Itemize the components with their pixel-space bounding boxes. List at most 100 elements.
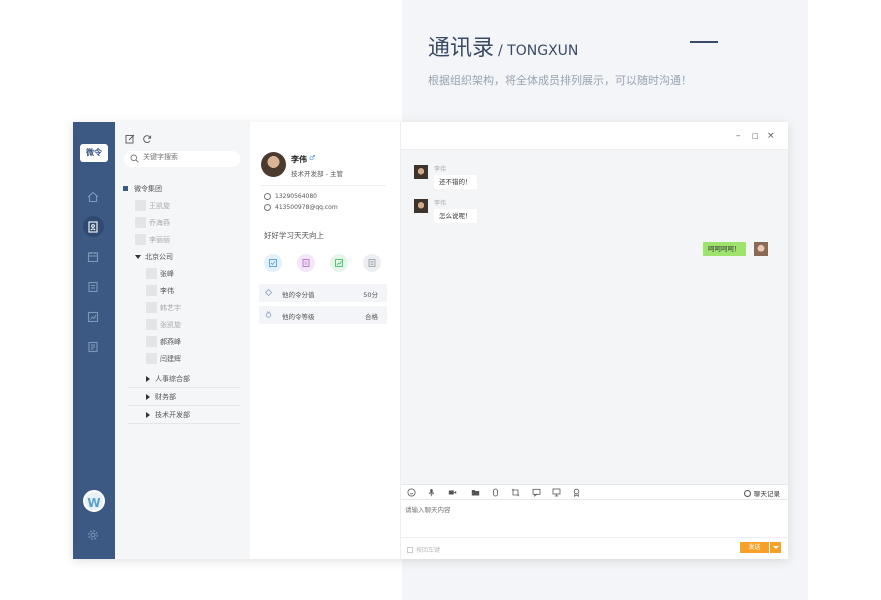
member-avatar: [146, 268, 157, 279]
level-label: 他的令等级: [282, 313, 315, 321]
clock-icon: [744, 489, 751, 497]
chart-app-icon[interactable]: [330, 254, 348, 272]
message-bubble: 怎么说呢！: [434, 209, 477, 223]
divider: [261, 185, 386, 186]
member-avatar: [135, 234, 146, 245]
tree-department[interactable]: 财务部: [128, 389, 240, 406]
department-label: 人事综合部: [155, 375, 190, 383]
diamond-icon: [265, 289, 272, 296]
list-item[interactable]: 李丽丽: [135, 231, 170, 248]
collapsed-caret-icon: [146, 376, 150, 382]
close-button[interactable]: ×: [767, 131, 775, 141]
chat-history-button[interactable]: 聊天记录: [744, 488, 780, 498]
profile-name: 李伟: [291, 155, 307, 164]
screenshot-icon[interactable]: [511, 488, 520, 497]
nav-chart-icon[interactable]: [86, 309, 100, 323]
sender-name: 李伟: [434, 200, 447, 207]
member-name: 乔海燕: [149, 218, 170, 227]
list-item[interactable]: 郝燕峰: [146, 333, 181, 350]
profile-department: 技术开发部 - 主管: [291, 170, 343, 178]
member-name: 郝燕峰: [160, 337, 181, 346]
member-name: 李伟: [160, 286, 174, 295]
divider: [401, 537, 788, 538]
tree-branch-label: 北京公司: [145, 252, 173, 261]
profile-panel: 李伟 ♂ 技术开发部 - 主管 13290564080 413500978@qq…: [250, 122, 401, 559]
member-name: 张凯旋: [160, 320, 181, 329]
left-nav: 微令 W: [73, 122, 115, 559]
level-stat: 他的令等级 合格: [259, 306, 387, 324]
tree-branch[interactable]: 北京公司: [135, 248, 173, 265]
app-logo: 微令: [80, 144, 108, 162]
send-button[interactable]: 发送: [740, 542, 769, 553]
member-name: 韩艺宇: [160, 303, 181, 312]
attachment-icon[interactable]: [491, 488, 500, 497]
send-options-dropdown[interactable]: [770, 542, 781, 553]
department-label: 技术开发部: [155, 411, 190, 419]
search-box: [124, 151, 240, 167]
enter-send-label: 按回车键: [416, 547, 441, 554]
search-input[interactable]: [143, 153, 233, 161]
medal-icon: [265, 311, 272, 318]
enter-send-checkbox[interactable]: [407, 546, 413, 553]
promo-title: 通讯录 / TONGXUN: [428, 36, 579, 61]
member-avatar: [146, 302, 157, 313]
nav-document-icon[interactable]: [86, 279, 100, 293]
sender-avatar: [414, 199, 428, 213]
nav-notes-icon[interactable]: [86, 339, 100, 353]
score-value: 50分: [363, 291, 378, 299]
tree-root-label: 微令集团: [134, 184, 162, 193]
nav-contacts-icon[interactable]: [86, 219, 100, 233]
settings-gear-icon[interactable]: [86, 527, 100, 541]
user-avatar[interactable]: W: [83, 490, 105, 512]
message-input[interactable]: [405, 504, 775, 534]
folder-icon[interactable]: [471, 488, 480, 497]
minimize-button[interactable]: –: [736, 131, 741, 141]
enter-to-send-option[interactable]: 按回车键: [407, 545, 440, 554]
department-label: 财务部: [155, 393, 176, 401]
award-icon[interactable]: [572, 488, 581, 497]
tree-department[interactable]: 人事综合部: [128, 371, 240, 388]
email-text: 413500978@qq.com: [275, 204, 338, 211]
message-box-icon[interactable]: [532, 488, 541, 497]
member-name: 李丽丽: [149, 235, 170, 244]
list-item[interactable]: 李伟: [146, 282, 174, 299]
tree-department[interactable]: 技术开发部: [128, 407, 240, 424]
tree-root[interactable]: 微令集团: [123, 180, 162, 197]
level-value: 合格: [365, 313, 378, 321]
sender-name: 李伟: [434, 166, 447, 173]
profile-signature: 好好学习天天向上: [264, 231, 324, 240]
group-icon: [123, 186, 128, 191]
refresh-icon[interactable]: [142, 129, 152, 143]
list-item[interactable]: 王凯旋: [135, 197, 170, 214]
video-icon[interactable]: [448, 488, 457, 497]
nav-home-icon[interactable]: [86, 189, 100, 203]
nav-calendar-icon[interactable]: [86, 249, 100, 263]
contacts-panel: 微令集团 王凯旋 乔海燕 李丽丽 北京公司 张峰 李伟 韩艺宇 张凯旋 郝燕峰 …: [115, 122, 250, 559]
member-name: 王凯旋: [149, 201, 170, 210]
member-avatar: [135, 200, 146, 211]
list-item[interactable]: 乔海燕: [135, 214, 170, 231]
promo-description: 根据组织架构，将全体成员排列展示，可以随时沟通！: [428, 74, 692, 87]
member-name: 张峰: [160, 269, 174, 278]
message-app-icon[interactable]: [264, 254, 282, 272]
app-window: 微令 W 关键字搜索 微令集团 王凯旋 乔海燕 李丽丽 北京公司 张峰 李伟 韩…: [73, 122, 788, 559]
list-item[interactable]: 张凯旋: [146, 316, 181, 333]
profile-avatar: [261, 152, 286, 177]
note-app-icon[interactable]: [297, 254, 315, 272]
own-message-bubble: 呵呵呵呵！: [703, 242, 746, 256]
chat-history-label: 聊天记录: [754, 490, 780, 498]
male-icon: ♂: [309, 154, 316, 162]
profile-email: 413500978@qq.com: [264, 204, 338, 211]
maximize-button[interactable]: □: [752, 132, 759, 140]
emoji-icon[interactable]: [407, 488, 416, 497]
screen-share-icon[interactable]: [552, 488, 561, 497]
edit-icon[interactable]: [125, 129, 135, 144]
list-item[interactable]: 闫建辉: [146, 350, 181, 367]
list-item[interactable]: 张峰: [146, 265, 174, 282]
sender-avatar: [414, 165, 428, 179]
file-app-icon[interactable]: [363, 254, 381, 272]
list-item[interactable]: 韩艺宇: [146, 299, 181, 316]
microphone-icon[interactable]: [427, 488, 436, 497]
score-label: 他的令分值: [282, 291, 315, 299]
score-stat: 他的令分值 50分: [259, 284, 387, 302]
